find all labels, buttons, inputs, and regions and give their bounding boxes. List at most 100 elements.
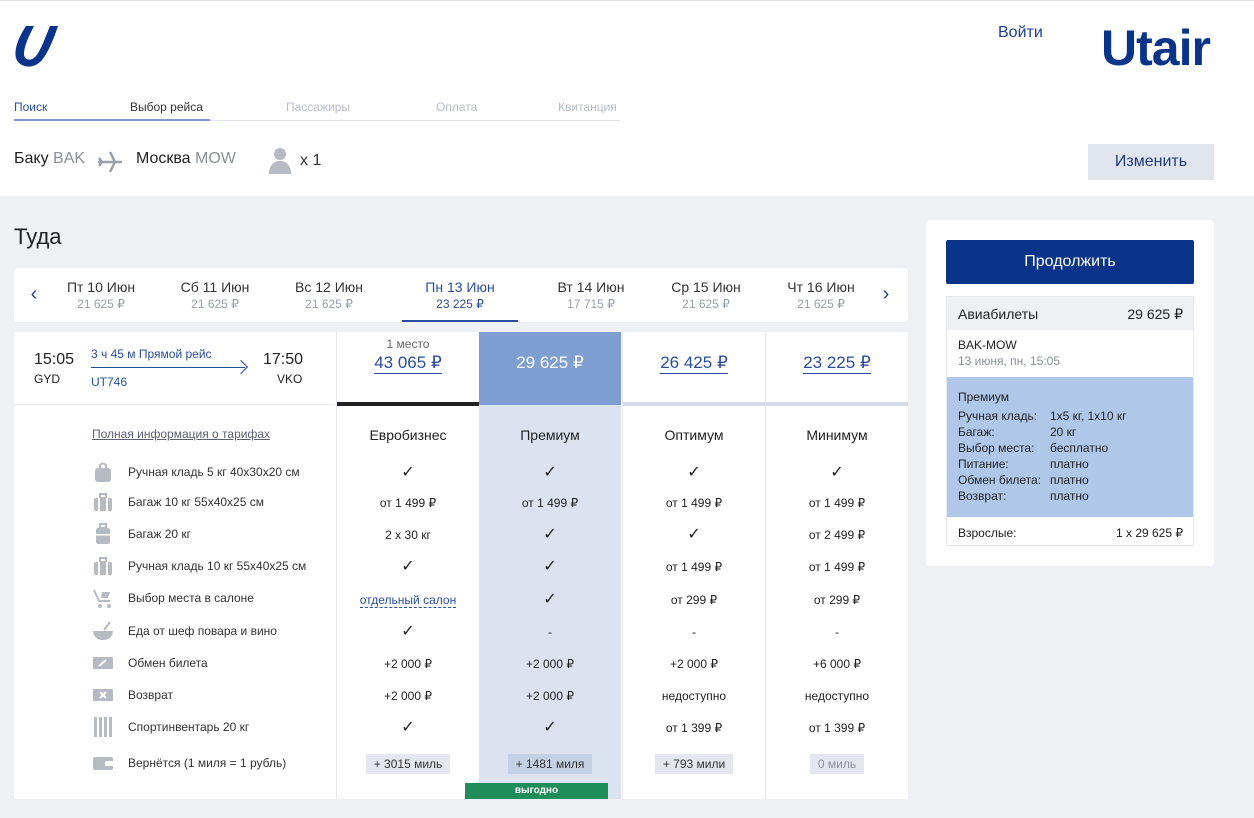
date-item-selected[interactable]: Пн 13 Июн 23 225 ₽ [402, 268, 518, 322]
to-city: Москва [135, 150, 191, 167]
date-label: Пт 10 Июн [66, 279, 136, 295]
tariff-cell: от 1 499 ₽ [808, 560, 866, 574]
separate-cabin-link[interactable]: отдельный салон [359, 593, 457, 608]
tariff-price[interactable]: 26 425 ₽ [660, 353, 728, 374]
date-price: 23 225 ₽ [436, 297, 484, 311]
tariff-cell: - [692, 625, 696, 639]
tariff-column-minimum[interactable]: 23 225 ₽ Минимум ✓ от 1 499 ₽ от 2 499 ₽… [765, 332, 908, 799]
flight-number: UT746 [91, 375, 128, 389]
summary-key: Обмен билета: [958, 473, 1042, 487]
tariff-cell: от 299 ₽ [813, 593, 861, 607]
summary-tariff-block: Премиум Ручная кладь: 1x5 кг, 1x10 кг Баг… [947, 377, 1193, 517]
utair-wordmark: Utair [1101, 20, 1211, 76]
summary-value: 1x5 кг, 1x10 кг [1050, 409, 1127, 423]
tariff-cell: от 299 ₽ [670, 593, 718, 607]
summary-value: платно [1050, 457, 1089, 471]
feature-label: Еда от шеф повара и вино [128, 624, 277, 638]
date-item[interactable]: Вт 14 Июн 17 715 ₽ [533, 268, 649, 322]
ticket-exchange-icon [93, 657, 113, 669]
from-code: BAK [53, 150, 86, 167]
feature-row: Еда от шеф повара и вино [92, 620, 332, 644]
tariff-underline [766, 402, 908, 406]
utair-u-logo-icon[interactable] [12, 24, 60, 70]
date-item[interactable]: Пт 10 Июн 21 625 ₽ [43, 268, 159, 322]
booking-sidebar: Продолжить Авиабилеты 29 625 ₽ BAK-MOW 1… [926, 220, 1214, 566]
feature-row: Спортинвентарь 20 кг [92, 716, 332, 740]
tariff-price-header[interactable]: 1 место 43 065 ₽ [337, 332, 479, 405]
hand-luggage-icon [95, 462, 111, 482]
best-value-badge: выгодно [465, 783, 608, 799]
date-item[interactable]: Ср 15 Июн 21 625 ₽ [648, 268, 764, 322]
date-item[interactable]: Вс 12 Июн 21 625 ₽ [271, 268, 387, 322]
arrival-time: 17:50 [263, 351, 304, 368]
tariff-cell: от 1 499 ₽ [808, 496, 866, 510]
summary-value: 20 кг [1050, 425, 1077, 439]
flight-fare-table: 15:05 GYD 3 ч 45 м Прямой рейс UT746 17:… [14, 332, 908, 799]
date-label: Сб 11 Июн [180, 279, 250, 295]
tariff-price[interactable]: 23 225 ₽ [803, 353, 871, 374]
login-link[interactable]: Войти [998, 24, 1043, 42]
tariff-underline [337, 402, 479, 406]
step-search[interactable]: Поиск [14, 100, 47, 114]
tariff-name: Евробизнес [369, 427, 447, 443]
next-dates-chevron-right-icon[interactable]: › [876, 282, 896, 306]
continue-button[interactable]: Продолжить [946, 240, 1194, 284]
miles-badge: + 1481 миля [507, 754, 593, 774]
tariff-column-eurobusiness[interactable]: 1 место 43 065 ₽ Евробизнес ✓ от 1 499 ₽… [336, 332, 479, 799]
plane-icon [98, 151, 122, 173]
feature-label: Выбор места в салоне [128, 591, 254, 605]
miles-badge: + 3015 миль [365, 754, 451, 774]
tariff-cell: от 1 499 ₽ [665, 560, 723, 574]
tariff-cell: ✓ [401, 464, 415, 481]
tariff-info-link[interactable]: Полная информация о тарифах [92, 427, 270, 441]
date-label: Чт 16 Июн [787, 279, 855, 295]
date-label: Вс 12 Июн [295, 279, 363, 295]
summary-value: платно [1050, 489, 1089, 503]
passenger-icon [269, 148, 291, 174]
passenger-count: x 1 [300, 152, 322, 169]
tariff-cell: 2 x 30 кг [385, 528, 431, 542]
tariff-cell: ✓ [543, 464, 557, 481]
date-item[interactable]: Сб 11 Июн 21 625 ₽ [157, 268, 273, 322]
feature-label: Багаж 20 кг [128, 527, 192, 541]
steps-track-active [14, 119, 210, 121]
summary-route: BAK-MOW [958, 338, 1017, 352]
summary-date: 13 июня, пн, 15:05 [958, 354, 1060, 368]
tariff-column-premium[interactable]: 29 625 ₽ Премиум ✓ от 1 499 ₽ ✓ ✓ ✓ - +2… [479, 332, 621, 799]
miles-badge: + 793 мили [654, 754, 734, 774]
meal-bowl-icon [93, 621, 113, 640]
adults-price: 1 x 29 625 ₽ [1115, 526, 1183, 540]
prev-dates-chevron-left-icon[interactable]: ‹ [24, 282, 44, 306]
tariff-cell: +6 000 ₽ [812, 657, 861, 671]
tariff-name: Премиум [520, 427, 580, 443]
tariff-price[interactable]: 43 065 ₽ [374, 353, 442, 374]
feature-label: Багаж 10 кг 55x40x25 см [128, 495, 264, 509]
baggage-icon [94, 493, 112, 511]
feature-row: Обмен билета [92, 652, 332, 676]
tariff-cell: от 1 499 ₽ [665, 496, 723, 510]
flight-info-column: 15:05 GYD 3 ч 45 м Прямой рейс UT746 17:… [14, 332, 335, 799]
tariff-column-optimum[interactable]: 26 425 ₽ Оптимум ✓ от 1 499 ₽ ✓ от 1 499… [622, 332, 765, 799]
feature-row: Багаж 10 кг 55x40x25 см [92, 491, 332, 515]
tariff-cell: от 1 499 ₽ [521, 496, 579, 510]
tariff-price-header[interactable]: 23 225 ₽ [766, 332, 908, 405]
tariff-cell: от 1 399 ₽ [665, 721, 723, 735]
change-search-button[interactable]: Изменить [1088, 144, 1214, 180]
tariff-cell: ✓ [543, 558, 557, 575]
feature-row: Возврат [92, 684, 332, 708]
sports-equipment-icon [94, 717, 112, 737]
flight-summary: 15:05 GYD 3 ч 45 м Прямой рейс UT746 17:… [14, 332, 335, 405]
tariff-price[interactable]: 29 625 ₽ [516, 353, 584, 373]
date-price: 21 625 ₽ [77, 297, 125, 311]
date-price: 21 625 ₽ [797, 297, 845, 311]
date-item[interactable]: Чт 16 Июн 21 625 ₽ [763, 268, 879, 322]
feature-label: Спортинвентарь 20 кг [128, 720, 250, 734]
tariff-price-header[interactable]: 29 625 ₽ [479, 332, 621, 405]
tariff-price-header[interactable]: 26 425 ₽ [623, 332, 765, 405]
order-summary: Авиабилеты 29 625 ₽ BAK-MOW 13 июня, пн,… [946, 296, 1194, 546]
tariff-cell: +2 000 ₽ [383, 689, 432, 703]
tariff-cell: от 2 499 ₽ [808, 528, 866, 542]
date-price: 21 625 ₽ [191, 297, 239, 311]
date-selector: ‹ Пт 10 Июн 21 625 ₽ Сб 11 Июн 21 625 ₽ … [14, 268, 908, 322]
adults-label: Взрослые: [958, 526, 1017, 540]
